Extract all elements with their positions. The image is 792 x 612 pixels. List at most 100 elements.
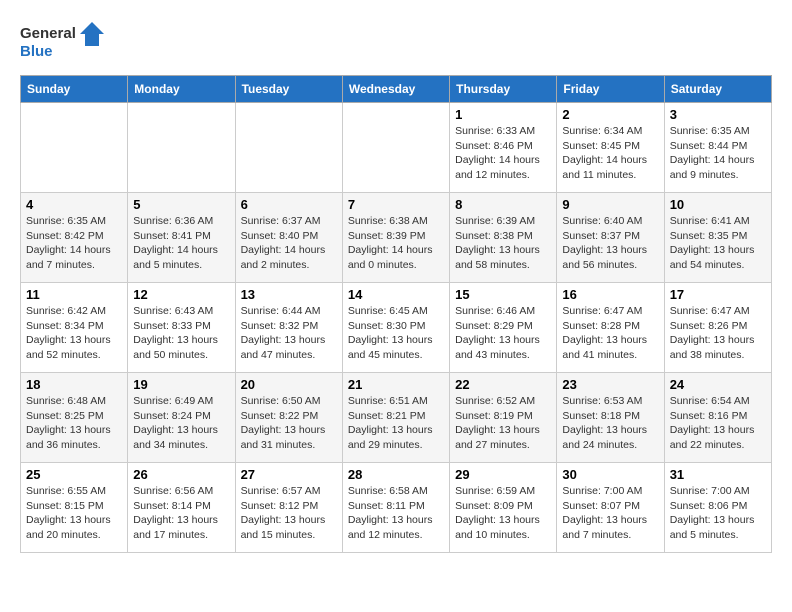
week-row-4: 18 Sunrise: 6:48 AM Sunset: 8:25 PM Dayli…: [21, 373, 772, 463]
day-number: 8: [455, 197, 551, 212]
day-number: 22: [455, 377, 551, 392]
day-info: Sunrise: 6:51 AM Sunset: 8:21 PM Dayligh…: [348, 394, 444, 453]
day-info: Sunrise: 6:55 AM Sunset: 8:15 PM Dayligh…: [26, 484, 122, 543]
day-cell: 9 Sunrise: 6:40 AM Sunset: 8:37 PM Daylig…: [557, 193, 664, 283]
day-cell: 29Sunrise: 6:59 AM Sunset: 8:09 PM Dayli…: [450, 463, 557, 553]
week-row-1: 1 Sunrise: 6:33 AM Sunset: 8:46 PM Daylig…: [21, 103, 772, 193]
day-info: Sunrise: 6:53 AM Sunset: 8:18 PM Dayligh…: [562, 394, 658, 453]
day-info: Sunrise: 6:48 AM Sunset: 8:25 PM Dayligh…: [26, 394, 122, 453]
logo: General Blue: [20, 20, 110, 65]
day-info: Sunrise: 6:35 AM Sunset: 8:42 PM Dayligh…: [26, 214, 122, 273]
day-cell: 7Sunrise: 6:38 AM Sunset: 8:39 PM Daylig…: [342, 193, 449, 283]
day-info: Sunrise: 6:59 AM Sunset: 8:09 PM Dayligh…: [455, 484, 551, 543]
day-info: Sunrise: 7:00 AM Sunset: 8:06 PM Dayligh…: [670, 484, 766, 543]
day-info: Sunrise: 6:34 AM Sunset: 8:45 PM Dayligh…: [562, 124, 658, 183]
page-header: General Blue: [20, 20, 772, 65]
day-cell: 24 Sunrise: 6:54 AM Sunset: 8:16 PM Dayli…: [664, 373, 771, 463]
day-cell: 13 Sunrise: 6:44 AM Sunset: 8:32 PM Dayli…: [235, 283, 342, 373]
day-info: Sunrise: 6:56 AM Sunset: 8:14 PM Dayligh…: [133, 484, 229, 543]
day-number: 27: [241, 467, 337, 482]
calendar-table: SundayMondayTuesdayWednesdayThursdayFrid…: [20, 75, 772, 553]
day-info: Sunrise: 6:42 AM Sunset: 8:34 PM Dayligh…: [26, 304, 122, 363]
week-row-3: 11 Sunrise: 6:42 AM Sunset: 8:34 PM Dayli…: [21, 283, 772, 373]
day-info: Sunrise: 6:45 AM Sunset: 8:30 PM Dayligh…: [348, 304, 444, 363]
day-cell: 26 Sunrise: 6:56 AM Sunset: 8:14 PM Dayli…: [128, 463, 235, 553]
day-cell: 28 Sunrise: 6:58 AM Sunset: 8:11 PM Dayli…: [342, 463, 449, 553]
day-cell: 17 Sunrise: 6:47 AM Sunset: 8:26 PM Dayli…: [664, 283, 771, 373]
day-cell: 18 Sunrise: 6:48 AM Sunset: 8:25 PM Dayli…: [21, 373, 128, 463]
week-row-5: 25Sunrise: 6:55 AM Sunset: 8:15 PM Dayli…: [21, 463, 772, 553]
day-info: Sunrise: 6:37 AM Sunset: 8:40 PM Dayligh…: [241, 214, 337, 273]
day-number: 1: [455, 107, 551, 122]
day-cell: [235, 103, 342, 193]
day-cell: 25Sunrise: 6:55 AM Sunset: 8:15 PM Dayli…: [21, 463, 128, 553]
col-header-sunday: Sunday: [21, 76, 128, 103]
logo-svg: General Blue: [20, 20, 110, 65]
col-header-monday: Monday: [128, 76, 235, 103]
day-number: 12: [133, 287, 229, 302]
day-cell: 21Sunrise: 6:51 AM Sunset: 8:21 PM Dayli…: [342, 373, 449, 463]
day-number: 17: [670, 287, 766, 302]
col-header-friday: Friday: [557, 76, 664, 103]
col-header-tuesday: Tuesday: [235, 76, 342, 103]
day-cell: 4Sunrise: 6:35 AM Sunset: 8:42 PM Daylig…: [21, 193, 128, 283]
day-cell: 20Sunrise: 6:50 AM Sunset: 8:22 PM Dayli…: [235, 373, 342, 463]
day-info: Sunrise: 6:47 AM Sunset: 8:28 PM Dayligh…: [562, 304, 658, 363]
day-info: Sunrise: 6:35 AM Sunset: 8:44 PM Dayligh…: [670, 124, 766, 183]
day-info: Sunrise: 6:52 AM Sunset: 8:19 PM Dayligh…: [455, 394, 551, 453]
day-info: Sunrise: 6:40 AM Sunset: 8:37 PM Dayligh…: [562, 214, 658, 273]
day-cell: [128, 103, 235, 193]
day-cell: 8 Sunrise: 6:39 AM Sunset: 8:38 PM Daylig…: [450, 193, 557, 283]
day-cell: 31 Sunrise: 7:00 AM Sunset: 8:06 PM Dayli…: [664, 463, 771, 553]
day-info: Sunrise: 6:43 AM Sunset: 8:33 PM Dayligh…: [133, 304, 229, 363]
day-cell: 16 Sunrise: 6:47 AM Sunset: 8:28 PM Dayli…: [557, 283, 664, 373]
svg-text:Blue: Blue: [20, 43, 53, 60]
day-info: Sunrise: 6:57 AM Sunset: 8:12 PM Dayligh…: [241, 484, 337, 543]
col-header-thursday: Thursday: [450, 76, 557, 103]
day-number: 24: [670, 377, 766, 392]
day-cell: 11 Sunrise: 6:42 AM Sunset: 8:34 PM Dayli…: [21, 283, 128, 373]
svg-text:General: General: [20, 25, 76, 42]
day-info: Sunrise: 6:39 AM Sunset: 8:38 PM Dayligh…: [455, 214, 551, 273]
day-info: Sunrise: 6:54 AM Sunset: 8:16 PM Dayligh…: [670, 394, 766, 453]
day-cell: 23 Sunrise: 6:53 AM Sunset: 8:18 PM Dayli…: [557, 373, 664, 463]
day-number: 6: [241, 197, 337, 212]
day-cell: 3 Sunrise: 6:35 AM Sunset: 8:44 PM Daylig…: [664, 103, 771, 193]
day-cell: 1 Sunrise: 6:33 AM Sunset: 8:46 PM Daylig…: [450, 103, 557, 193]
day-number: 10: [670, 197, 766, 212]
day-number: 19: [133, 377, 229, 392]
day-number: 2: [562, 107, 658, 122]
day-cell: 14Sunrise: 6:45 AM Sunset: 8:30 PM Dayli…: [342, 283, 449, 373]
day-info: Sunrise: 6:49 AM Sunset: 8:24 PM Dayligh…: [133, 394, 229, 453]
day-cell: 12 Sunrise: 6:43 AM Sunset: 8:33 PM Dayli…: [128, 283, 235, 373]
day-info: Sunrise: 6:47 AM Sunset: 8:26 PM Dayligh…: [670, 304, 766, 363]
day-number: 18: [26, 377, 122, 392]
day-number: 31: [670, 467, 766, 482]
day-info: Sunrise: 6:33 AM Sunset: 8:46 PM Dayligh…: [455, 124, 551, 183]
day-cell: 27 Sunrise: 6:57 AM Sunset: 8:12 PM Dayli…: [235, 463, 342, 553]
col-header-wednesday: Wednesday: [342, 76, 449, 103]
day-number: 3: [670, 107, 766, 122]
day-number: 11: [26, 287, 122, 302]
day-info: Sunrise: 6:41 AM Sunset: 8:35 PM Dayligh…: [670, 214, 766, 273]
day-info: Sunrise: 6:58 AM Sunset: 8:11 PM Dayligh…: [348, 484, 444, 543]
day-info: Sunrise: 6:44 AM Sunset: 8:32 PM Dayligh…: [241, 304, 337, 363]
day-number: 13: [241, 287, 337, 302]
day-number: 5: [133, 197, 229, 212]
day-number: 16: [562, 287, 658, 302]
day-cell: 30Sunrise: 7:00 AM Sunset: 8:07 PM Dayli…: [557, 463, 664, 553]
col-header-saturday: Saturday: [664, 76, 771, 103]
header-row: SundayMondayTuesdayWednesdayThursdayFrid…: [21, 76, 772, 103]
day-number: 23: [562, 377, 658, 392]
day-number: 26: [133, 467, 229, 482]
day-cell: 22 Sunrise: 6:52 AM Sunset: 8:19 PM Dayli…: [450, 373, 557, 463]
day-cell: [342, 103, 449, 193]
day-cell: 10 Sunrise: 6:41 AM Sunset: 8:35 PM Dayli…: [664, 193, 771, 283]
day-info: Sunrise: 7:00 AM Sunset: 8:07 PM Dayligh…: [562, 484, 658, 543]
day-info: Sunrise: 6:38 AM Sunset: 8:39 PM Dayligh…: [348, 214, 444, 273]
day-number: 20: [241, 377, 337, 392]
day-cell: 15Sunrise: 6:46 AM Sunset: 8:29 PM Dayli…: [450, 283, 557, 373]
day-cell: 19 Sunrise: 6:49 AM Sunset: 8:24 PM Dayli…: [128, 373, 235, 463]
day-number: 9: [562, 197, 658, 212]
day-number: 28: [348, 467, 444, 482]
